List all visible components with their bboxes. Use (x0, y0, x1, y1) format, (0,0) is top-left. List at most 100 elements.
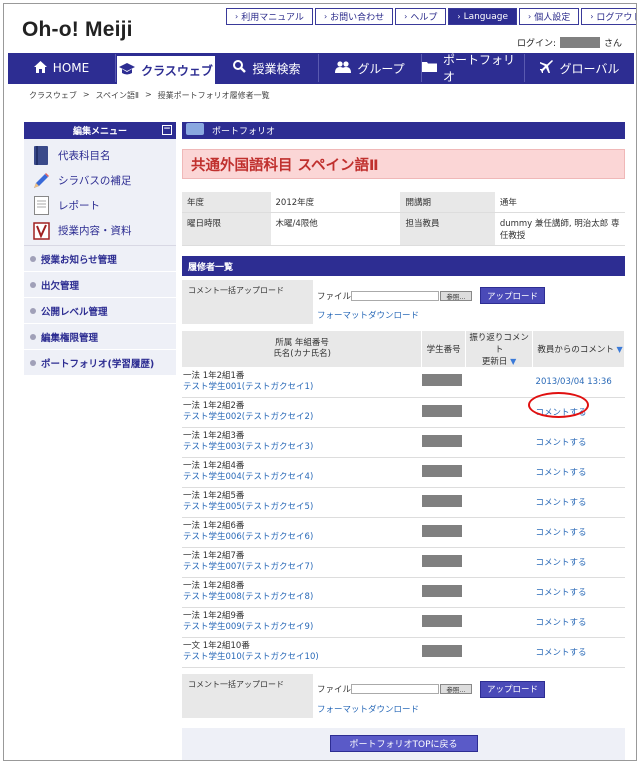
nav-global-label: グローバル (559, 61, 620, 76)
table-row: 一法 1年2組7番 テスト学生007(テストガクセイ7) コメントする (182, 547, 625, 578)
sidebar-item-announcements[interactable]: 授業お知らせ管理 (24, 246, 176, 272)
manual-link[interactable]: › 利用マニュアル (226, 8, 313, 25)
file-row: ファイル 参照... アップロード (317, 680, 621, 698)
sidebar-item-course-name[interactable]: 代表科目名 (24, 143, 176, 168)
comment-link[interactable]: コメントする (536, 528, 587, 538)
col-teacher-comment[interactable]: 教員からのコメント ▼ (532, 331, 625, 367)
sidebar-item-label: 公開レベル管理 (41, 306, 108, 318)
student-name-link[interactable]: テスト学生007(テストガクセイ7) (183, 562, 422, 573)
bullet-icon (30, 359, 36, 366)
nav-global[interactable]: グローバル (525, 54, 634, 82)
student-class: 一法 1年2組1番 (183, 370, 245, 381)
portfolio-section-bar: ポートフォリオ (182, 122, 625, 139)
comment-link[interactable]: コメントする (536, 588, 587, 598)
nav-course-search[interactable]: 授業検索 (216, 54, 319, 82)
site-logo[interactable]: Oh-o! Meiji (22, 18, 133, 42)
breadcrumb-classweb[interactable]: クラスウェブ (29, 90, 77, 101)
book-icon (32, 146, 50, 166)
comment-link[interactable]: 2013/03/04 13:36 (536, 377, 612, 387)
student-name-link[interactable]: テスト学生005(テストガクセイ5) (183, 502, 422, 513)
sidebar-item-report[interactable]: レポート (24, 193, 176, 218)
sidebar-item-label: レポート (58, 200, 100, 212)
student-name-link[interactable]: テスト学生008(テストガクセイ8) (183, 592, 422, 603)
redacted-student-id (421, 644, 462, 657)
comment-link[interactable]: コメントする (536, 558, 587, 568)
table-row: 一法 1年2組3番 テスト学生003(テストガクセイ3) コメントする (182, 427, 625, 458)
nav-classweb[interactable]: クラスウェブ (116, 55, 216, 84)
document-icon (32, 196, 50, 216)
upload-button[interactable]: アップロード (480, 287, 546, 304)
sidebar-item-portfolio[interactable]: ポートフォリオ(学習履歴) (24, 350, 176, 376)
redacted-student-id (421, 434, 462, 447)
chevron-right-icon: › (528, 12, 532, 21)
file-label: ファイル (317, 685, 352, 695)
student-class: 一法 1年2組3番 (183, 431, 245, 441)
file-input[interactable] (351, 290, 439, 301)
comment-link[interactable]: コメントする (536, 468, 587, 478)
collapse-toggle-icon[interactable]: − (162, 125, 172, 135)
comment-link[interactable]: コメントする (536, 498, 587, 508)
chevron-right-icon: › (235, 12, 239, 21)
sidebar-item-label: 編集権限管理 (41, 332, 99, 344)
course-info-table: 年度 2012年度 開講期 通年 曜日時限 木曜/4限他 担当教員 dummy … (182, 192, 625, 246)
col-student-id: 学生番号 (421, 331, 467, 367)
col-name: 氏名(カナ氏名) (273, 349, 331, 359)
browse-button[interactable]: 参照... (440, 290, 472, 301)
student-name-link[interactable]: テスト学生002(テストガクセイ2) (183, 412, 422, 423)
comment-link[interactable]: コメントする (536, 618, 587, 628)
settings-link-label: 個人設定 (534, 13, 571, 23)
sidebar-item-attendance[interactable]: 出欠管理 (24, 272, 176, 298)
back-to-portfolio-button[interactable]: ポートフォリオTOPに戻る (329, 735, 478, 752)
student-name-link[interactable]: テスト学生006(テストガクセイ6) (183, 532, 422, 543)
comment-link[interactable]: コメントする (536, 648, 587, 658)
comment-link[interactable]: コメントする (536, 438, 587, 448)
utility-links: › 利用マニュアル › お問い合わせ › ヘルプ › Language › 個人設定 › ロ… (226, 8, 637, 25)
student-name-link[interactable]: テスト学生009(テストガクセイ9) (183, 622, 422, 633)
student-class: 一文 1年2組10番 (183, 641, 250, 651)
col-reflection-date[interactable]: 振り返りコメント 更新日 ▼ (465, 331, 534, 367)
sidebar-item-syllabus[interactable]: シラバスの補足 (24, 168, 176, 193)
format-download-link[interactable]: フォーマットダウンロード (317, 309, 621, 321)
login-info: ログイン: さん (517, 36, 622, 49)
sidebar-item-materials[interactable]: 授業内容・資料 (24, 218, 176, 243)
portfolio-section-label: ポートフォリオ (212, 127, 276, 137)
sidebar-item-permissions[interactable]: 編集権限管理 (24, 324, 176, 350)
upload-body: ファイル 参照... アップロード フォーマットダウンロード (313, 280, 625, 324)
breadcrumb-course[interactable]: スペイン語Ⅱ (96, 90, 139, 101)
language-link[interactable]: › Language (448, 8, 517, 25)
chevron-right-icon: › (323, 12, 328, 21)
logout-link[interactable]: › ログアウト (581, 8, 637, 25)
logout-link-label: ログアウト (596, 13, 637, 23)
nav-group[interactable]: グループ (319, 54, 422, 82)
edit-menu-header: 編集メニュー − (24, 122, 176, 139)
nav-group-label: グループ (357, 61, 405, 76)
settings-link[interactable]: › 個人設定 (519, 8, 580, 25)
roster-header-row: 所属 年組番号 氏名(カナ氏名) 学生番号 振り返りコメント 更新日 ▼ 教員からの… (182, 331, 625, 367)
student-class: 一法 1年2組2番 (183, 401, 245, 411)
file-input[interactable] (351, 684, 439, 694)
browse-button[interactable]: 参照... (440, 684, 472, 694)
sidebar-item-label: シラバスの補足 (58, 175, 132, 187)
file-row: ファイル 参照... アップロード (317, 287, 621, 304)
upload-button[interactable]: アップロード (480, 680, 546, 698)
student-name-link[interactable]: テスト学生004(テストガクセイ4) (183, 472, 422, 483)
sidebar-item-visibility[interactable]: 公開レベル管理 (24, 298, 176, 324)
course-title: 共通外国語科目 スペイン語Ⅱ (182, 149, 625, 179)
manual-link-label: 利用マニュアル (241, 13, 304, 23)
airplane-icon (539, 59, 554, 77)
pencil-icon (32, 171, 50, 191)
edit-menu-main: 代表科目名 シラバスの補足 レポート 授業内容・資料 (24, 139, 176, 246)
student-name-link[interactable]: テスト学生003(テストガクセイ3) (183, 442, 422, 453)
redacted-student-id (421, 464, 462, 477)
nav-home[interactable]: HOME (8, 54, 116, 82)
student-name-link[interactable]: テスト学生010(テストガクセイ10) (183, 652, 422, 663)
nav-portfolio[interactable]: ポートフォリオ (422, 53, 525, 84)
table-row: 一法 1年2組9番 テスト学生009(テストガクセイ9) コメントする (182, 607, 625, 638)
student-name-link[interactable]: テスト学生001(テストガクセイ1) (183, 382, 422, 393)
help-link[interactable]: › ヘルプ (395, 8, 447, 25)
format-download-link[interactable]: フォーマットダウンロード (317, 703, 621, 715)
redacted-student-id (421, 374, 462, 387)
col-affiliation-name: 所属 年組番号 氏名(カナ氏名) (182, 331, 423, 367)
contact-link[interactable]: › お問い合わせ (314, 8, 394, 25)
page-frame: Oh-o! Meiji › 利用マニュアル › お問い合わせ › ヘルプ › Langu… (3, 3, 637, 761)
